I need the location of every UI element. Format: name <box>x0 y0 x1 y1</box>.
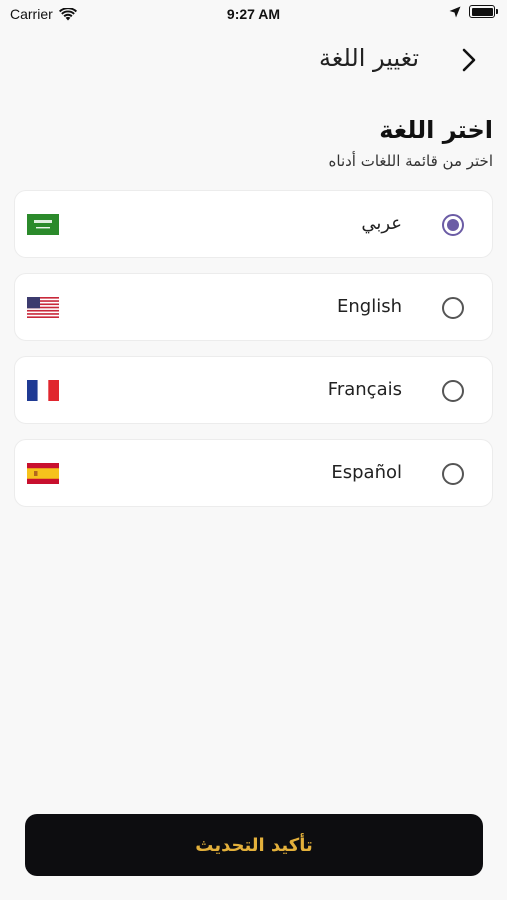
radio-unselected-icon[interactable] <box>442 297 464 319</box>
page-title: تغيير اللغة <box>319 44 419 72</box>
header: تغيير اللغة <box>0 36 507 84</box>
battery-icon <box>469 5 498 18</box>
chevron-right-icon <box>462 48 476 72</box>
language-label: Français <box>327 379 402 400</box>
status-bar: Carrier 9:27 AM <box>0 0 507 28</box>
confirm-update-button[interactable]: تأكيد التحديث <box>25 814 483 876</box>
usa-flag-icon <box>27 297 59 318</box>
language-label: Español <box>331 462 402 483</box>
status-time: 9:27 AM <box>226 6 281 22</box>
location-arrow-icon <box>449 6 461 17</box>
language-option-english[interactable]: English <box>14 273 493 341</box>
language-option-arabic[interactable]: عربي <box>14 190 493 258</box>
section-title: اختر اللغة <box>379 116 493 144</box>
section-subtitle: اختر من قائمة اللغات أدناه <box>328 152 493 170</box>
radio-selected-icon[interactable] <box>442 214 464 236</box>
radio-unselected-icon[interactable] <box>442 463 464 485</box>
language-option-spanish[interactable]: Español <box>14 439 493 507</box>
radio-unselected-icon[interactable] <box>442 380 464 402</box>
back-button[interactable] <box>455 46 483 74</box>
language-label: عربي <box>361 213 402 234</box>
confirm-button-label: تأكيد التحديث <box>195 834 313 856</box>
language-option-french[interactable]: Français <box>14 356 493 424</box>
language-list: عربي English Français Español <box>14 190 493 522</box>
language-label: English <box>337 296 402 317</box>
spain-flag-icon <box>27 463 59 484</box>
status-right <box>449 5 498 18</box>
saudi-arabia-flag-icon <box>27 214 59 235</box>
france-flag-icon <box>27 380 59 401</box>
